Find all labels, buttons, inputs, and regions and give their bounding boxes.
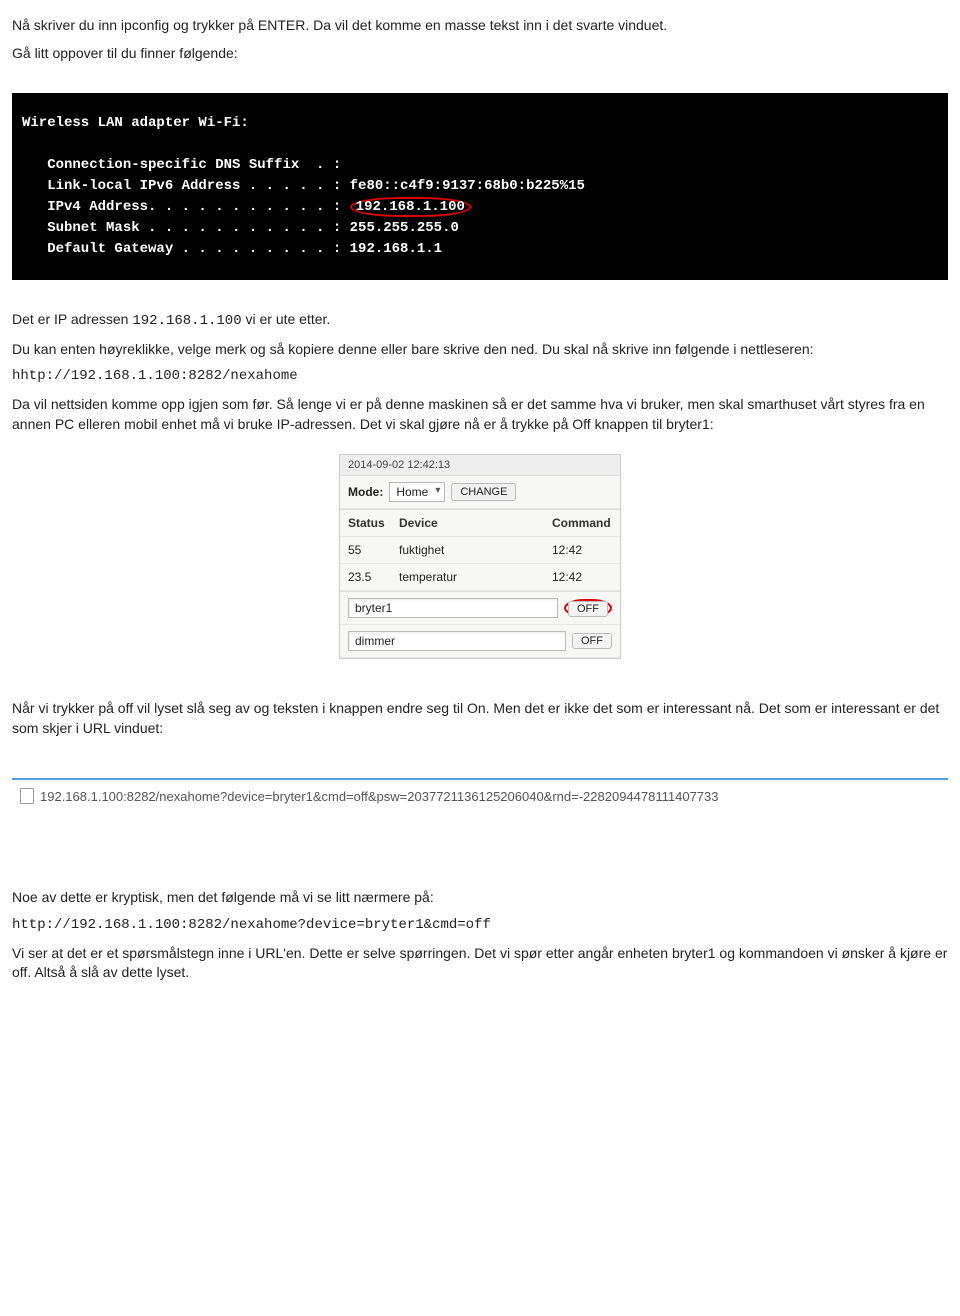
terminal-output: Wireless LAN adapter Wi-Fi: Connection-s… [12, 93, 948, 280]
terminal-ipv4: IPv4 Address. . . . . . . . . . . : 192.… [22, 197, 938, 218]
off-button-circled: OFF [564, 599, 612, 617]
col-command: Command [552, 516, 612, 530]
nexa-timestamp: 2014-09-02 12:42:13 [340, 455, 620, 476]
after-nexa-p1: Når vi trykker på off vil lyset slå seg … [12, 699, 948, 738]
url-bar[interactable]: 192.168.1.100:8282/nexahome?device=bryte… [12, 782, 948, 810]
closing-p1: Noe av dette er kryptisk, men det følgen… [12, 888, 948, 908]
after-terminal-p1: Det er IP adressen 192.168.1.100 vi er u… [12, 310, 948, 332]
after-terminal-p2: Du kan enten høyreklikke, velge merk og … [12, 340, 948, 360]
device-name: fuktighet [399, 543, 546, 557]
code-line-1: hhtp://192.168.1.100:8282/nexahome [12, 367, 948, 387]
input-row-dimmer: dimmer OFF [340, 625, 620, 658]
input-row-bryter1: bryter1 OFF [340, 591, 620, 625]
off-button[interactable]: OFF [572, 633, 612, 649]
mode-label: Mode: [348, 485, 383, 499]
closing-p2: Vi ser at det er et spørsmålstegn inne i… [12, 944, 948, 983]
device-input[interactable]: bryter1 [348, 598, 558, 618]
nexa-mode-row: Mode: Home CHANGE [340, 476, 620, 509]
status-value: 23.5 [348, 570, 393, 584]
command-time: 12:42 [552, 570, 612, 584]
terminal-dns: Connection-specific DNS Suffix . : [22, 155, 938, 176]
terminal-gateway: Default Gateway . . . . . . . . . : 192.… [22, 239, 938, 260]
col-device: Device [399, 516, 546, 530]
change-button[interactable]: CHANGE [451, 483, 516, 501]
ip-inline: 192.168.1.100 [132, 313, 241, 329]
ipv4-circled: 192.168.1.100 [350, 197, 471, 217]
intro-paragraph-1: Nå skriver du inn ipconfig og trykker på… [12, 16, 948, 36]
nexahome-panel: 2014-09-02 12:42:13 Mode: Home CHANGE St… [339, 454, 621, 659]
off-button[interactable]: OFF [568, 601, 608, 617]
col-status: Status [348, 516, 393, 530]
status-value: 55 [348, 543, 393, 557]
command-time: 12:42 [552, 543, 612, 557]
mode-select[interactable]: Home [389, 482, 445, 502]
device-input[interactable]: dimmer [348, 631, 566, 651]
terminal-ipv6: Link-local IPv6 Address . . . . . : fe80… [22, 176, 938, 197]
terminal-mask: Subnet Mask . . . . . . . . . . . : 255.… [22, 218, 938, 239]
terminal-header: Wireless LAN adapter Wi-Fi: [22, 113, 938, 134]
after-terminal-p3: Da vil nettsiden komme opp igjen som før… [12, 395, 948, 434]
device-name: temperatur [399, 570, 546, 584]
url-bar-container: 192.168.1.100:8282/nexahome?device=bryte… [12, 778, 948, 810]
intro-paragraph-2: Gå litt oppover til du finner følgende: [12, 44, 948, 64]
code-line-2: http://192.168.1.100:8282/nexahome?devic… [12, 916, 948, 936]
table-row: 55 fuktighet 12:42 [340, 537, 620, 564]
url-text: 192.168.1.100:8282/nexahome?device=bryte… [40, 789, 719, 804]
page-icon [20, 788, 34, 804]
table-row: 23.5 temperatur 12:42 [340, 564, 620, 591]
nexa-columns: Status Device Command [340, 509, 620, 537]
